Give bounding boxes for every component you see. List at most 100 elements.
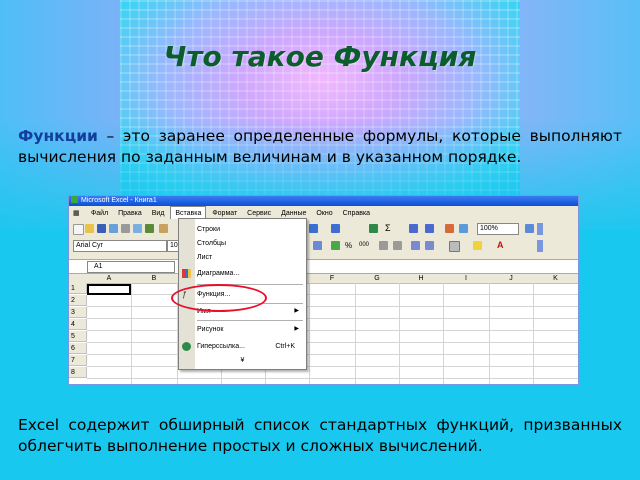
submenu-arrow-icon: ▶ bbox=[294, 308, 299, 314]
drawing-icon[interactable] bbox=[459, 224, 468, 233]
worksheet-grid[interactable]: A B C D E F G H I J K 1 2 3 4 5 6 7 8 bbox=[69, 274, 578, 384]
menu-item-label: Строки bbox=[197, 226, 221, 233]
fill-color-icon[interactable] bbox=[473, 241, 482, 250]
standard-toolbar: Σ 100% bbox=[69, 221, 578, 237]
grid-line bbox=[87, 306, 578, 307]
autosum-icon[interactable]: Σ bbox=[385, 224, 394, 233]
row-header[interactable]: 1 bbox=[69, 283, 87, 294]
menu-help[interactable]: Справка bbox=[339, 207, 374, 220]
row-header[interactable]: 8 bbox=[69, 367, 87, 378]
excel-screenshot: Microsoft Excel - Книга1 ▦ Файл Правка В… bbox=[68, 195, 579, 385]
menu-edit[interactable]: Правка bbox=[114, 207, 146, 220]
menu-item-rows[interactable]: Строки bbox=[197, 223, 303, 236]
zoom-select[interactable]: 100% bbox=[477, 223, 519, 235]
menu-separator bbox=[197, 320, 303, 321]
permission-icon[interactable] bbox=[109, 224, 118, 233]
grid-line bbox=[131, 283, 132, 384]
excel-description-paragraph: Excel содержит обширный список стандартн… bbox=[18, 416, 622, 455]
column-header[interactable]: G bbox=[355, 274, 400, 284]
menu-item-label: Рисунок bbox=[197, 326, 224, 333]
currency-icon[interactable] bbox=[331, 241, 340, 250]
grid-line bbox=[399, 283, 400, 384]
row-header[interactable]: 6 bbox=[69, 343, 87, 354]
preview-icon[interactable] bbox=[133, 224, 142, 233]
spelling-icon[interactable] bbox=[145, 224, 154, 233]
increase-decimal-icon[interactable] bbox=[379, 241, 388, 250]
decrease-decimal-icon[interactable] bbox=[393, 241, 402, 250]
grid-line bbox=[443, 283, 444, 384]
menu-file[interactable]: Файл bbox=[87, 207, 112, 220]
merge-center-icon[interactable] bbox=[313, 241, 322, 250]
menu-item-columns[interactable]: Столбцы bbox=[197, 237, 303, 250]
decrease-indent-icon[interactable] bbox=[411, 241, 420, 250]
research-icon[interactable] bbox=[159, 224, 168, 233]
comma-style-icon[interactable]: 000 bbox=[359, 241, 371, 250]
hyperlink-globe-icon bbox=[182, 342, 191, 351]
formatting-toolbar: Arial Cyr 10 % 000 A bbox=[69, 238, 578, 254]
row-header[interactable]: 2 bbox=[69, 295, 87, 306]
menu-item-picture[interactable]: Рисунок ▶ bbox=[197, 323, 303, 336]
menu-item-hyperlink[interactable]: Гиперссылка... Ctrl+K bbox=[197, 340, 303, 353]
definition-text: – это заранее определенные формулы, кото… bbox=[18, 127, 622, 166]
grid-line bbox=[533, 283, 534, 384]
menu-item-chart[interactable]: Диаграмма... bbox=[197, 267, 303, 280]
sort-desc-icon[interactable] bbox=[425, 224, 434, 233]
help-icon[interactable] bbox=[525, 224, 534, 233]
column-header[interactable]: J bbox=[489, 274, 534, 284]
menu-item-label: Лист bbox=[197, 254, 213, 261]
row-header[interactable]: 4 bbox=[69, 319, 87, 330]
column-header[interactable]: B bbox=[131, 274, 178, 284]
menu-item-label: Гиперссылка... bbox=[197, 343, 245, 350]
column-header[interactable]: F bbox=[309, 274, 356, 284]
row-header[interactable]: 7 bbox=[69, 355, 87, 366]
grid-line bbox=[87, 354, 578, 355]
grid-line bbox=[87, 342, 578, 343]
print-icon[interactable] bbox=[121, 224, 130, 233]
formatting-options-icon[interactable] bbox=[537, 240, 543, 252]
column-header[interactable]: I bbox=[443, 274, 490, 284]
excel-app-icon bbox=[71, 196, 78, 203]
menu-item-label: Диаграмма... bbox=[197, 270, 240, 277]
undo-icon[interactable] bbox=[309, 224, 318, 233]
increase-indent-icon[interactable] bbox=[425, 241, 434, 250]
formula-bar: A1 bbox=[69, 259, 578, 274]
grid-line bbox=[87, 366, 578, 367]
menu-item-sheet[interactable]: Лист bbox=[197, 251, 303, 264]
name-box[interactable]: A1 bbox=[87, 261, 175, 273]
font-name-select[interactable]: Arial Cyr bbox=[73, 240, 167, 252]
chart-icon bbox=[182, 269, 191, 278]
grid-line bbox=[87, 378, 578, 379]
definition-paragraph: Функции – это заранее определенные форму… bbox=[18, 126, 622, 168]
grid-line bbox=[87, 330, 578, 331]
submenu-arrow-icon: ▶ bbox=[294, 326, 299, 332]
redo-icon[interactable] bbox=[331, 224, 340, 233]
sort-asc-icon[interactable] bbox=[409, 224, 418, 233]
menu-window[interactable]: Окно bbox=[312, 207, 336, 220]
menu-view[interactable]: Вид bbox=[148, 207, 169, 220]
percent-icon[interactable]: % bbox=[345, 241, 354, 250]
hyperlink-icon[interactable] bbox=[369, 224, 378, 233]
font-color-icon[interactable]: A bbox=[497, 241, 506, 250]
toolbar-options-icon[interactable] bbox=[537, 223, 543, 235]
column-header[interactable]: K bbox=[533, 274, 578, 284]
open-icon[interactable] bbox=[85, 224, 94, 233]
selected-cell-a1[interactable] bbox=[87, 284, 131, 295]
grid-line bbox=[309, 283, 310, 384]
column-header[interactable]: A bbox=[87, 274, 132, 284]
save-icon[interactable] bbox=[97, 224, 106, 233]
column-header[interactable]: H bbox=[399, 274, 444, 284]
menu-expand-chevron-icon[interactable]: ¥ bbox=[179, 354, 306, 367]
grid-line bbox=[87, 294, 578, 295]
row-header[interactable]: 3 bbox=[69, 307, 87, 318]
grid-line bbox=[87, 318, 578, 319]
excel-menu-bar: ▦ Файл Правка Вид Вставка Формат Сервис … bbox=[69, 206, 578, 219]
grid-line bbox=[489, 283, 490, 384]
borders-icon[interactable] bbox=[449, 241, 460, 252]
row-header[interactable]: 5 bbox=[69, 331, 87, 342]
new-icon[interactable] bbox=[73, 224, 84, 235]
menu-item-shortcut: Ctrl+K bbox=[275, 343, 295, 350]
excel-window-title: Microsoft Excel - Книга1 bbox=[81, 197, 157, 204]
highlight-ellipse bbox=[171, 284, 267, 312]
slide-title: Что такое Функция bbox=[163, 40, 477, 73]
chart-wizard-icon[interactable] bbox=[445, 224, 454, 233]
